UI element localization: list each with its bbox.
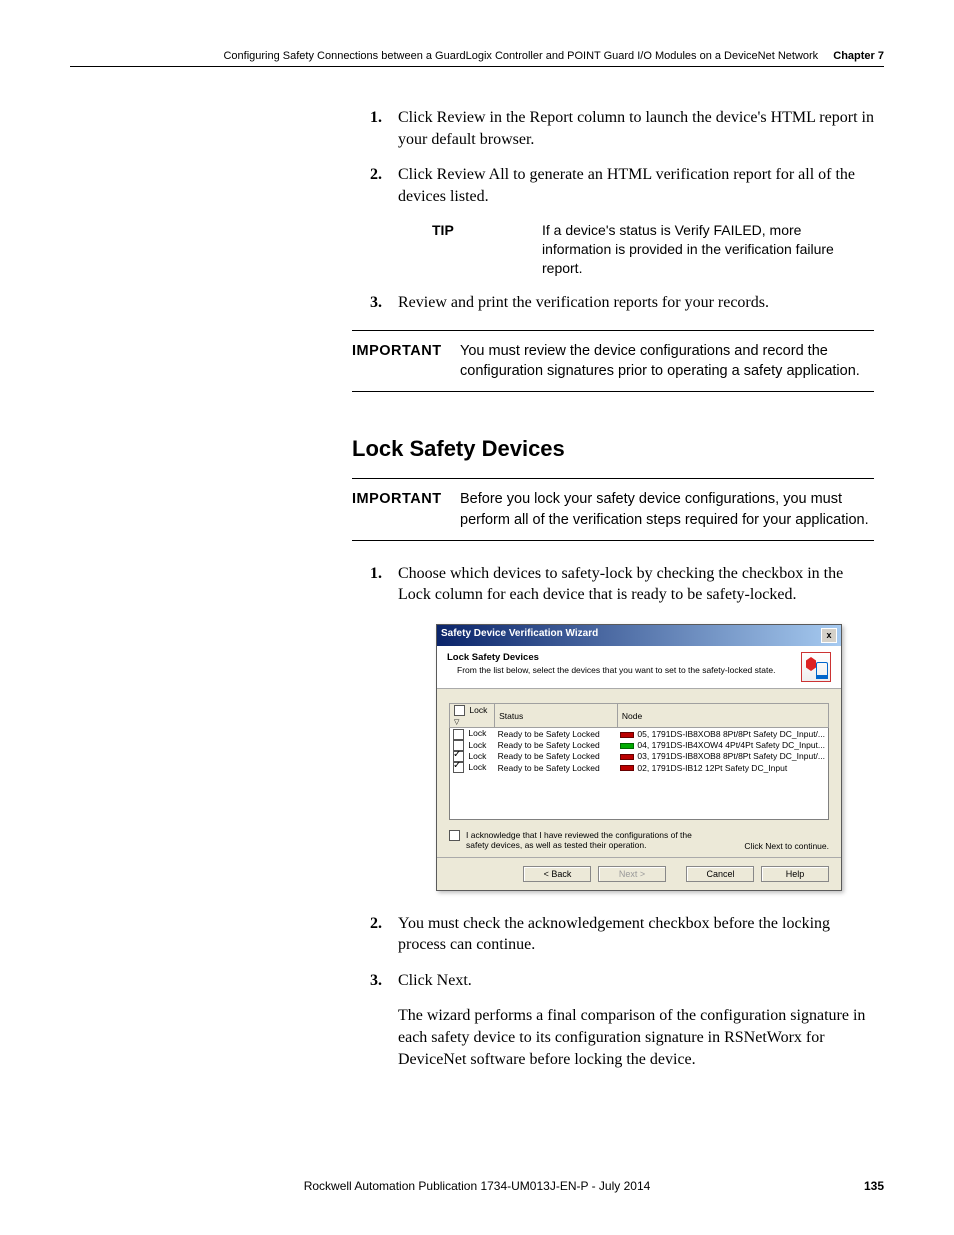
step-number: 3. — [370, 970, 398, 992]
step-item: 1. Choose which devices to safety-lock b… — [370, 563, 874, 606]
checkbox-icon[interactable] — [453, 740, 464, 751]
back-button[interactable]: < Back — [523, 866, 591, 882]
checkbox-icon[interactable] — [454, 705, 465, 716]
wizard-head-title: Lock Safety Devices — [447, 652, 777, 663]
important-label: IMPORTANT — [352, 489, 460, 530]
table-row[interactable]: Lock Ready to be Safety Locked 05, 1791D… — [450, 728, 829, 740]
col-status[interactable]: Status — [495, 704, 618, 728]
table-row[interactable]: Lock Ready to be Safety Locked 04, 1791D… — [450, 740, 829, 751]
tip-row: TIP If a device's status is Verify FAILE… — [432, 221, 874, 278]
wizard-device-table: Lock ▽ Status Node Lock Ready to be Safe… — [449, 703, 829, 820]
wizard-titlebar: Safety Device Verification Wizard x — [437, 625, 841, 646]
running-head-title: Configuring Safety Connections between a… — [223, 50, 818, 62]
continue-hint: Click Next to continue. — [744, 841, 829, 851]
table-row[interactable]: Lock Ready to be Safety Locked 03, 1791D… — [450, 751, 829, 762]
checkbox-icon[interactable] — [453, 729, 464, 740]
step-text: You must check the acknowledgement check… — [398, 913, 874, 956]
module-icon — [620, 754, 634, 760]
step-item: 3. Review and print the verification rep… — [370, 292, 874, 314]
module-icon — [620, 732, 634, 738]
footer: Rockwell Automation Publication 1734-UM0… — [70, 1179, 884, 1193]
wizard-head-sub: From the list below, select the devices … — [457, 665, 777, 675]
help-button[interactable]: Help — [761, 866, 829, 882]
step-text: Click Review All to generate an HTML ver… — [398, 164, 874, 207]
checkbox-icon[interactable] — [453, 762, 464, 773]
follow-paragraph: The wizard performs a final comparison o… — [398, 1005, 874, 1070]
running-head: Configuring Safety Connections between a… — [70, 50, 884, 67]
steps-list-b-cont: 2. You must check the acknowledgement ch… — [370, 913, 874, 992]
step-item: 3. Click Next. — [370, 970, 874, 992]
important-text: You must review the device configuration… — [460, 341, 874, 382]
tip-label: TIP — [432, 221, 542, 278]
running-head-chapter: Chapter 7 — [833, 50, 884, 62]
module-icon — [620, 743, 634, 749]
checkbox-icon[interactable] — [449, 830, 460, 841]
publication-info: Rockwell Automation Publication 1734-UM0… — [304, 1179, 651, 1193]
step-text: Review and print the verification report… — [398, 292, 874, 314]
step-item: 1. Click Review in the Report column to … — [370, 107, 874, 150]
important-label: IMPORTANT — [352, 341, 460, 382]
col-node[interactable]: Node — [617, 704, 828, 728]
module-icon — [620, 765, 634, 771]
important-box: IMPORTANT You must review the device con… — [352, 330, 874, 393]
steps-list-a-cont: 3. Review and print the verification rep… — [370, 292, 874, 314]
acknowledge-row[interactable]: I acknowledge that I have reviewed the c… — [449, 830, 696, 850]
steps-list-a: 1. Click Review in the Report column to … — [370, 107, 874, 207]
wizard-button-bar: < Back Next > Cancel Help — [437, 857, 841, 890]
page-number: 135 — [864, 1179, 884, 1193]
checkbox-icon[interactable] — [453, 751, 464, 762]
close-icon[interactable]: x — [821, 628, 837, 643]
cancel-button[interactable]: Cancel — [686, 866, 754, 882]
acknowledge-text: I acknowledge that I have reviewed the c… — [466, 830, 696, 850]
step-number: 1. — [370, 563, 398, 606]
step-item: 2. You must check the acknowledgement ch… — [370, 913, 874, 956]
step-text: Choose which devices to safety-lock by c… — [398, 563, 874, 606]
important-box: IMPORTANT Before you lock your safety de… — [352, 478, 874, 541]
wizard-header: Lock Safety Devices From the list below,… — [437, 646, 841, 689]
lock-shield-icon — [801, 652, 831, 682]
important-text: Before you lock your safety device confi… — [460, 489, 874, 530]
col-lock[interactable]: Lock ▽ — [450, 704, 495, 728]
step-item: 2. Click Review All to generate an HTML … — [370, 164, 874, 207]
section-heading: Lock Safety Devices — [352, 436, 874, 462]
wizard-screenshot: Safety Device Verification Wizard x Lock… — [436, 624, 874, 891]
tip-text: If a device's status is Verify FAILED, m… — [542, 221, 874, 278]
step-number: 3. — [370, 292, 398, 314]
wizard-title-text: Safety Device Verification Wizard — [441, 628, 598, 643]
table-row[interactable]: Lock Ready to be Safety Locked 02, 1791D… — [450, 762, 829, 773]
step-text: Click Next. — [398, 970, 874, 992]
step-number: 2. — [370, 913, 398, 956]
steps-list-b: 1. Choose which devices to safety-lock b… — [370, 563, 874, 606]
next-button[interactable]: Next > — [598, 866, 666, 882]
step-number: 1. — [370, 107, 398, 150]
step-number: 2. — [370, 164, 398, 207]
step-text: Click Review in the Report column to lau… — [398, 107, 874, 150]
